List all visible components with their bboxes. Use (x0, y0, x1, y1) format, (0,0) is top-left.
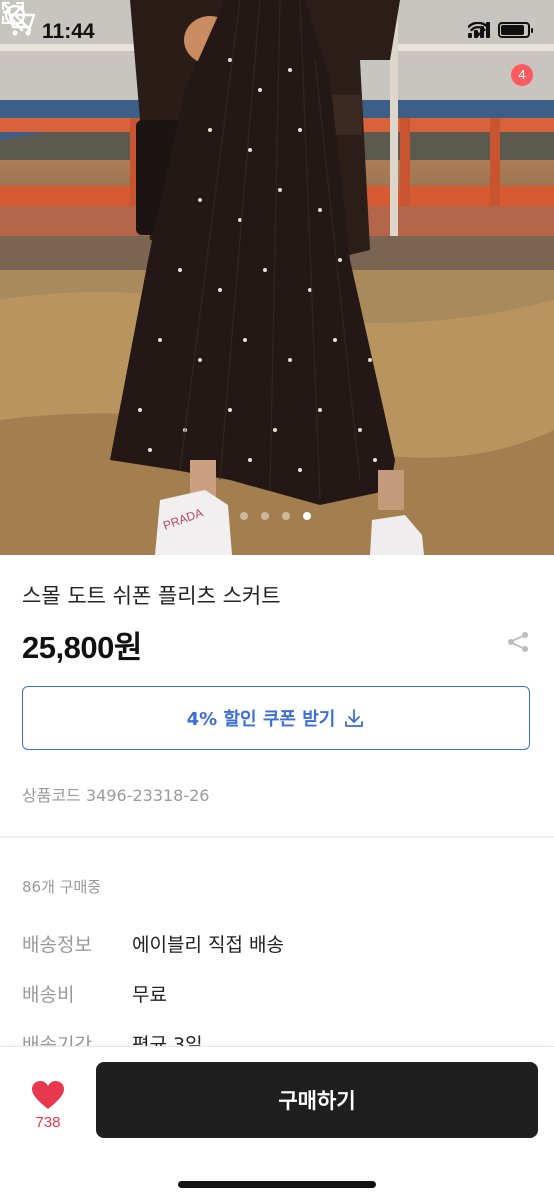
status-time: 11:44 (42, 20, 95, 43)
like-button[interactable]: 738 (24, 1076, 72, 1136)
like-count: 738 (35, 1114, 61, 1131)
product-photo-illustration: PRADA (0, 0, 554, 555)
purchase-count: 86개 구매중 (22, 878, 102, 896)
product-title: 스몰 도트 쉬폰 플리츠 스커트 (22, 584, 281, 608)
battery-level (501, 25, 525, 35)
wifi-icon (468, 22, 488, 37)
shipping-fee-value: 무료 (132, 984, 167, 1006)
home-indicator (178, 1181, 376, 1188)
buy-button[interactable]: 구매하기 (96, 1062, 538, 1138)
coupon-download-button[interactable]: 4% 할인 쿠폰 받기 (22, 686, 530, 750)
shipping-info-label: 배송정보 (22, 934, 92, 956)
gallery-dot[interactable] (282, 512, 290, 520)
status-icons (468, 22, 533, 38)
shipping-info-value: 에이블리 직접 배송 (132, 934, 284, 956)
expand-icon[interactable] (0, 0, 26, 26)
product-code: 상품코드 3496-23318-26 (22, 786, 210, 805)
coupon-label: 4% 할인 쿠폰 받기 (186, 709, 336, 730)
gallery-dot[interactable] (240, 512, 248, 520)
gallery-dot-active[interactable] (303, 512, 311, 520)
status-bar: 11:44 (0, 0, 554, 66)
shipping-info-row: 배송정보 에이블리 직접 배송 (22, 930, 284, 957)
product-price: 25,800원 (22, 630, 142, 665)
heart-icon (32, 1081, 64, 1109)
shipping-fee-row: 배송비 무료 (22, 980, 167, 1007)
section-divider (0, 836, 554, 838)
product-image[interactable]: PRADA 11:44 4 (0, 0, 554, 555)
gallery-dot[interactable] (261, 512, 269, 520)
cart-badge: 4 (511, 64, 533, 86)
shipping-fee-label: 배송비 (22, 984, 75, 1006)
download-icon (345, 709, 364, 727)
gallery-pagination (240, 512, 311, 520)
battery-icon (498, 22, 533, 38)
share-icon[interactable] (506, 630, 530, 654)
